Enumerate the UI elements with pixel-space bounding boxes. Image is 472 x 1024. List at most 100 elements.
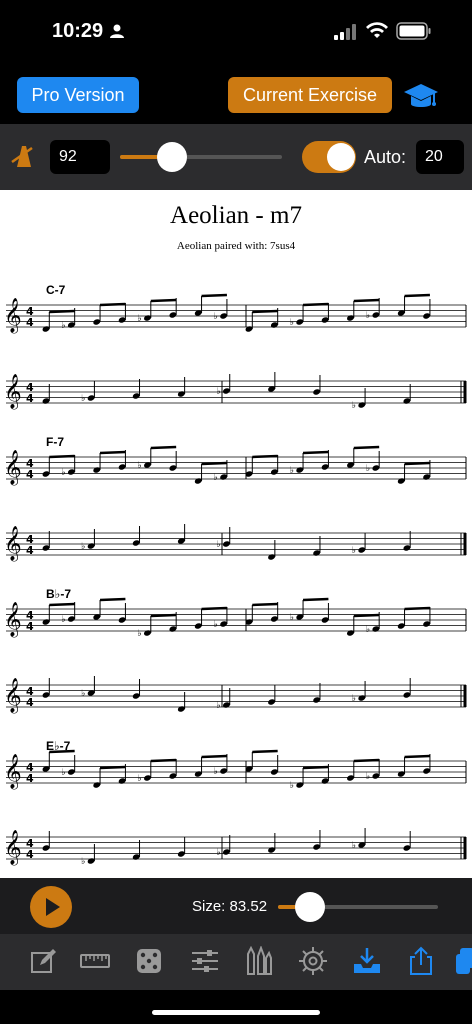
flat-accidental: ♭ [366, 772, 370, 782]
beam [100, 597, 126, 602]
beam [201, 606, 227, 611]
beam [252, 309, 278, 314]
time-signature: 4 [26, 620, 34, 633]
play-button[interactable] [30, 886, 72, 928]
beam [201, 293, 227, 298]
size-slider-thumb[interactable] [295, 892, 325, 922]
home-indicator [152, 1010, 320, 1015]
flat-accidental: ♭ [81, 689, 85, 699]
battery-icon [396, 22, 431, 40]
treble-clef: 𝄞 [4, 374, 22, 410]
flat-accidental: ♭ [214, 767, 218, 777]
beam [252, 749, 278, 754]
flat-accidental: ♭ [290, 318, 294, 328]
beam [404, 293, 430, 298]
time-signature: 4 [26, 544, 34, 557]
auto-value-field[interactable]: 20 [416, 140, 464, 174]
beam [404, 754, 430, 759]
treble-clef: 𝄞 [4, 450, 22, 486]
time-signature: 4 [26, 772, 34, 785]
beam [150, 445, 177, 450]
beam [303, 450, 329, 455]
status-bar: 10:29 [0, 0, 472, 64]
metronome-icon[interactable] [10, 144, 38, 168]
edit-icon[interactable] [28, 946, 58, 976]
tempo-slider[interactable] [120, 142, 282, 172]
flat-accidental: ♭ [61, 768, 65, 778]
flat-accidental: ♭ [216, 540, 220, 550]
flat-accidental: ♭ [214, 312, 218, 322]
toolbar [0, 934, 472, 990]
beam [150, 758, 177, 763]
copy-icon[interactable] [456, 946, 472, 976]
size-slider[interactable] [278, 892, 438, 922]
tempo-slider-thumb[interactable] [156, 142, 187, 172]
flat-accidental: ♭ [290, 781, 294, 791]
flat-accidental: ♭ [61, 615, 65, 625]
beam [100, 765, 126, 770]
flat-accidental: ♭ [61, 321, 65, 331]
beam [252, 602, 278, 607]
instruments-icon[interactable] [242, 946, 272, 976]
cellular-signal-icon [334, 24, 356, 40]
person-icon [110, 24, 124, 38]
time-signature: 4 [26, 468, 34, 481]
time-signature: 4 [26, 392, 34, 405]
tempo-field[interactable]: 92 [50, 140, 110, 174]
flat-accidental: ♭ [81, 542, 85, 552]
beam [404, 461, 430, 466]
pro-version-button[interactable]: Pro Version [17, 77, 139, 113]
current-exercise-button[interactable]: Current Exercise [228, 77, 392, 113]
flat-accidental: ♭ [290, 613, 294, 623]
beam [404, 606, 430, 611]
sliders-icon[interactable] [190, 946, 220, 976]
size-label: Size: 83.52 [192, 898, 268, 915]
play-icon [46, 898, 60, 916]
beam [201, 754, 227, 759]
flat-accidental: ♭ [290, 466, 294, 476]
flat-accidental: ♭ [138, 629, 142, 639]
beam [100, 450, 126, 455]
share-icon[interactable] [406, 946, 436, 976]
flat-accidental: ♭ [61, 468, 65, 478]
flat-accidental: ♭ [352, 694, 356, 704]
beam [49, 749, 75, 754]
beam [201, 461, 227, 466]
ruler-icon[interactable] [80, 946, 110, 976]
graduation-cap-icon[interactable] [403, 80, 439, 114]
flat-accidental: ♭ [366, 464, 370, 474]
auto-toggle-knob [327, 143, 355, 171]
flat-accidental: ♭ [352, 401, 356, 411]
time-signature: 4 [26, 316, 34, 329]
flat-accidental: ♭ [366, 625, 370, 635]
settings-gear-icon[interactable] [298, 946, 328, 976]
beam [353, 445, 380, 450]
beam [353, 298, 380, 303]
treble-clef: 𝄞 [4, 830, 22, 866]
beam [353, 758, 380, 763]
treble-clef: 𝄞 [4, 298, 22, 334]
playback-bar: Size: 83.52 [0, 878, 472, 934]
flat-accidental: ♭ [352, 546, 356, 556]
treble-clef: 𝄞 [4, 754, 22, 790]
auto-toggle[interactable] [302, 141, 356, 173]
beam [303, 302, 329, 307]
beam [49, 309, 75, 314]
flat-accidental: ♭ [138, 314, 142, 324]
flat-accidental: ♭ [216, 848, 220, 858]
flat-accidental: ♭ [366, 311, 370, 321]
sheet-music[interactable]: Aeolian - m7 Aeolian paired with: 7sus4 … [0, 190, 472, 878]
beam [303, 597, 329, 602]
beam [100, 302, 126, 307]
staff-systems: 𝄞 44 ♭♭ ♭♭♭𝄞 44 ♭♭♭𝄞 44 ♭♭♭♭ ♭𝄞 44 ♭ ♭♭𝄞 44 ♭♭♭♭♭𝄞 44♭… [4, 293, 467, 867]
time-signature: 4 [26, 848, 34, 861]
flat-accidental: ♭ [138, 774, 142, 784]
download-tray-icon[interactable] [352, 946, 382, 976]
dice-icon[interactable] [134, 946, 164, 976]
status-time: 10:29 [52, 20, 104, 42]
flat-accidental: ♭ [81, 857, 85, 867]
control-strip: 92 Auto: 20 [0, 124, 472, 190]
flat-accidental: ♭ [214, 620, 218, 630]
treble-clef: 𝄞 [4, 602, 22, 638]
beam [150, 613, 177, 618]
